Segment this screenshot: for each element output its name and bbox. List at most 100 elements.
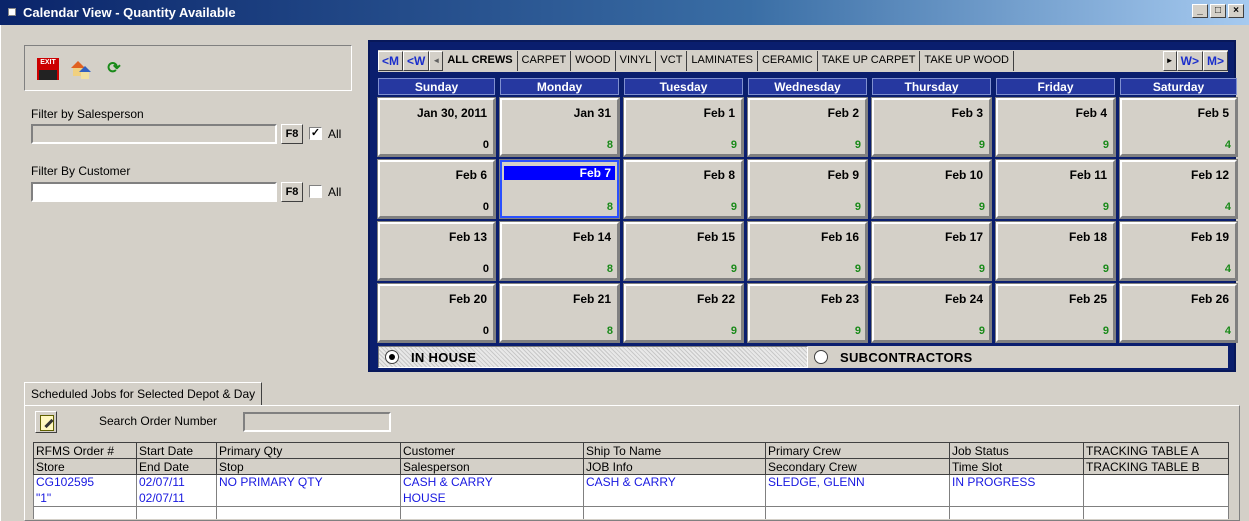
calendar-day-cell[interactable]: Jan 31 8 [499,97,620,157]
column-header[interactable]: Job Status [949,442,1084,459]
column-header[interactable]: End Date [136,458,217,475]
salesperson-input[interactable] [33,126,275,142]
column-header[interactable]: Customer [400,442,584,459]
day-quantity: 4 [1224,201,1231,213]
column-header[interactable]: Time Slot [949,458,1084,475]
calendar-day-cell[interactable]: Feb 14 8 [499,221,620,281]
customer-f8-button[interactable]: F8 [281,182,303,202]
calendar-day-cell[interactable]: Feb 18 9 [995,221,1116,281]
customer-filter-label: Filter By Customer [31,164,131,178]
day-quantity: 9 [854,325,861,337]
empty-table-row [33,506,1229,519]
day-date: Feb 1 [703,106,735,120]
column-header[interactable]: Ship To Name [583,442,766,459]
calendar-day-cell[interactable]: Feb 15 9 [623,221,744,281]
day-date: Feb 14 [572,230,611,244]
next-week-button[interactable]: W> [1176,51,1203,71]
calendar-day-cell[interactable]: Feb 22 9 [623,283,744,343]
calendar-day-cell[interactable]: Feb 16 9 [747,221,868,281]
calendar-day-cell[interactable]: Feb 17 9 [871,221,992,281]
in-house-radio[interactable] [385,350,399,364]
calendar-panel: <M <W ◄ ALL CREWS CARPET WOOD VINYL VCT LAMIN… [368,40,1238,372]
next-month-button[interactable]: M> [1202,51,1228,71]
prev-month-button[interactable]: <M [378,51,404,71]
salesperson-field[interactable] [31,124,277,144]
tab-scroll-right-icon[interactable]: ► [1162,51,1177,71]
crew-tab[interactable]: ALL CREWS [443,51,518,71]
calendar-day-cell[interactable]: Feb 8 9 [623,159,744,219]
calendar-day-cell[interactable]: Feb 20 0 [377,283,496,343]
maximize-button[interactable]: □ [1210,4,1226,18]
subcontractors-radio[interactable] [814,350,828,364]
crew-tab[interactable]: VCT [656,51,688,71]
table-row[interactable]: "1" 02/07/11 HOUSE [33,490,1229,507]
prev-week-button[interactable]: <W [403,51,430,71]
close-button[interactable]: × [1228,4,1244,18]
calendar-day-cell[interactable]: Feb 3 9 [871,97,992,157]
calendar-day-cell[interactable]: Feb 26 4 [1119,283,1238,343]
calendar-day-cell[interactable]: Feb 9 9 [747,159,868,219]
crew-tab[interactable]: WOOD [571,51,616,71]
calendar-day-cell[interactable]: Feb 13 0 [377,221,496,281]
minimize-button[interactable]: _ [1192,4,1208,18]
column-header[interactable]: TRACKING TABLE B [1083,458,1229,475]
column-header[interactable]: Primary Crew [765,442,950,459]
calendar-day-cell[interactable]: Feb 25 9 [995,283,1116,343]
app-icon [6,6,18,18]
calendar-day-cell[interactable]: Feb 7 8 [499,159,620,219]
column-header[interactable]: Start Date [136,442,217,459]
crew-tab[interactable]: CERAMIC [758,51,818,71]
in-house-option[interactable]: IN HOUSE [378,346,808,368]
salesperson-f8-button[interactable]: F8 [281,124,303,144]
crew-tab[interactable]: LAMINATES [687,51,758,71]
calendar-day-cell[interactable]: Feb 23 9 [747,283,868,343]
column-header[interactable]: TRACKING TABLE A [1083,442,1229,459]
table-cell [583,490,766,507]
table-cell [949,490,1084,507]
table-row[interactable]: CG102595 02/07/11 NO PRIMARY QTY CASH & CAR… [33,474,1229,491]
calendar-day-cell[interactable]: Feb 5 4 [1119,97,1238,157]
calendar-day-cell[interactable]: Feb 1 9 [623,97,744,157]
day-date: Feb 17 [944,230,983,244]
column-header[interactable]: Secondary Crew [765,458,950,475]
calendar-day-cell[interactable]: Feb 10 9 [871,159,992,219]
subcontractors-option[interactable]: SUBCONTRACTORS [808,346,1228,368]
day-quantity: 8 [606,139,613,151]
table-cell [400,506,584,519]
calendar-day-cell[interactable]: Feb 19 4 [1119,221,1238,281]
calendar-day-cell[interactable]: Feb 24 9 [871,283,992,343]
search-order-input[interactable] [243,412,391,432]
day-quantity: 4 [1224,325,1231,337]
column-header[interactable]: JOB Info [583,458,766,475]
column-header[interactable]: Store [33,458,137,475]
day-quantity: 9 [854,263,861,275]
customer-field[interactable] [31,182,277,202]
customer-input[interactable] [33,184,275,200]
crew-tab[interactable]: TAKE UP WOOD [920,51,1014,71]
customer-all-checkbox[interactable] [309,185,322,198]
tab-scroll-left-icon[interactable]: ◄ [429,51,444,71]
column-header[interactable]: Salesperson [400,458,584,475]
exit-icon[interactable]: EXIT [37,58,59,80]
calendar-day-cell[interactable]: Feb 2 9 [747,97,868,157]
crew-tab[interactable]: TAKE UP CARPET [818,51,921,71]
crew-tab[interactable]: VINYL [616,51,657,71]
table-cell [216,506,401,519]
table-cell [1083,506,1229,519]
column-header[interactable]: Stop [216,458,401,475]
table-cell: NO PRIMARY QTY [216,474,401,491]
calendar-day-cell[interactable]: Jan 30, 2011 0 [377,97,496,157]
tab-scheduled-jobs[interactable]: Scheduled Jobs for Selected Depot & Day [24,382,263,406]
calendar-day-cell[interactable]: Feb 6 0 [377,159,496,219]
crew-tab[interactable]: CARPET [518,51,572,71]
column-header[interactable]: RFMS Order # [33,442,137,459]
refresh-icon[interactable]: ⟳ [103,58,125,80]
edit-note-icon[interactable] [35,411,57,433]
calendar-day-cell[interactable]: Feb 4 9 [995,97,1116,157]
calendar-day-cell[interactable]: Feb 12 4 [1119,159,1238,219]
houses-icon[interactable] [69,58,91,80]
calendar-day-cell[interactable]: Feb 11 9 [995,159,1116,219]
column-header[interactable]: Primary Qty [216,442,401,459]
salesperson-all-checkbox[interactable]: ✓ [309,127,322,140]
calendar-day-cell[interactable]: Feb 21 8 [499,283,620,343]
